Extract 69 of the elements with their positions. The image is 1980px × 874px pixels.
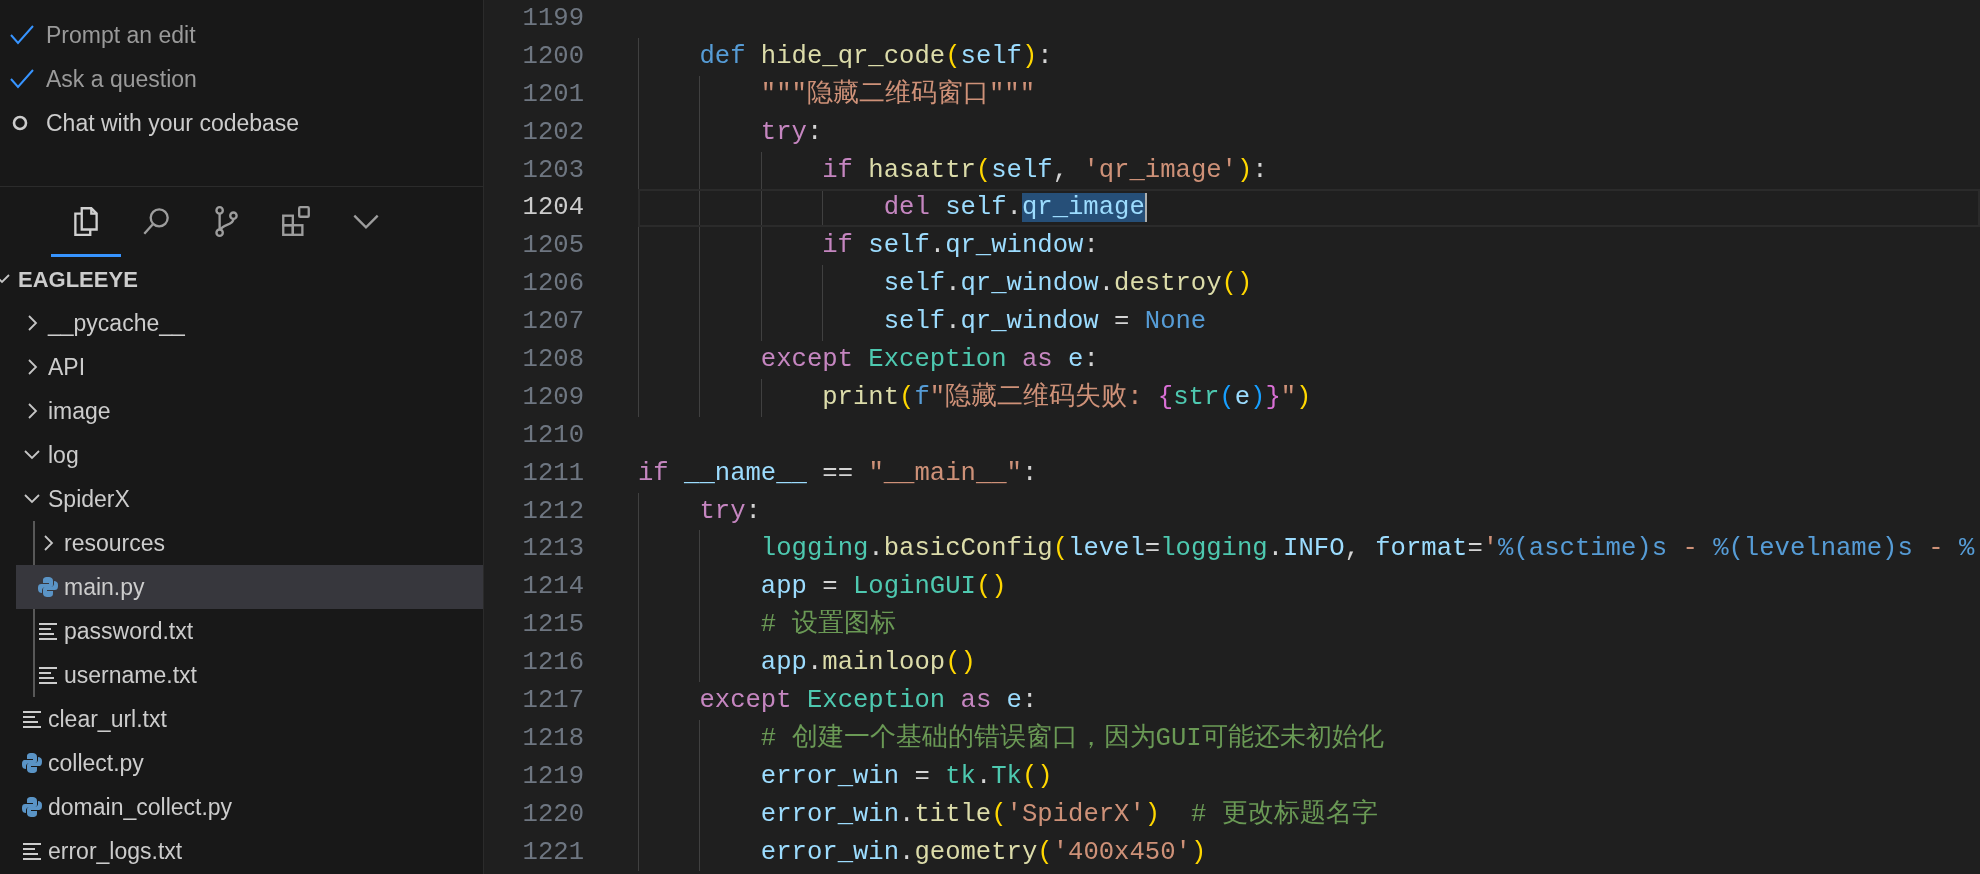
line-number: 1206 <box>521 268 584 301</box>
checklist-item[interactable]: Prompt an edit <box>0 13 483 57</box>
file-item[interactable]: username.txt <box>16 653 483 697</box>
code-line: try: <box>760 116 823 149</box>
code-line: print(f"隐藏二维码失败: {str(e)}") <box>822 381 1312 414</box>
line-number: 1204 <box>521 192 584 225</box>
code-line: app.mainloop() <box>760 647 976 680</box>
code-line: # 创建一个基础的错误窗口，因为GUI可能还未初始化 <box>760 722 1384 755</box>
extensions-icon <box>279 203 313 238</box>
line-number: 1220 <box>521 798 584 831</box>
file-item[interactable]: password.txt <box>16 609 483 653</box>
code-line: except Exception as e: <box>760 344 1099 376</box>
line-number: 1210 <box>521 419 584 452</box>
line-number: 1219 <box>521 760 584 793</box>
file-item[interactable]: clear_url.txt <box>16 697 483 741</box>
code-line: logging.basicConfig(level=logging.INFO, format='%(asctime)s - %(levelname)s - % <box>760 533 1975 566</box>
line-number: 1202 <box>521 116 584 149</box>
text-file-icon <box>38 622 58 640</box>
line-number: 1205 <box>521 230 584 263</box>
code-line: def hide_qr_code(self): <box>699 40 1053 73</box>
line-number: 1216 <box>521 647 584 680</box>
line-number: 1215 <box>521 609 584 642</box>
line-number: 1211 <box>521 457 584 490</box>
line-number: 1203 <box>521 154 584 187</box>
python-file-icon <box>37 576 59 598</box>
code-line: """隐藏二维码窗口""" <box>760 78 1035 111</box>
code-line: app = LoginGUI() <box>760 571 1007 604</box>
code-line: if hasattr(self, 'qr_image'): <box>822 154 1268 187</box>
code-line: del self.qr_image <box>883 192 1147 225</box>
file-item[interactable]: collect.py <box>16 741 483 785</box>
folder-item[interactable]: __pycache__ <box>16 301 483 345</box>
text-file-icon <box>22 842 42 860</box>
line-number: 1199 <box>521 3 584 35</box>
code-line: self.qr_window = None <box>883 306 1207 339</box>
folder-item[interactable]: image <box>16 389 483 433</box>
code-line: if self.qr_window: <box>822 230 1099 263</box>
file-item[interactable]: domain_collect.py <box>16 785 483 829</box>
text-file-icon <box>38 666 58 684</box>
folder-item[interactable]: API <box>16 345 483 389</box>
code-line: self.qr_window.destroy() <box>883 268 1253 301</box>
text-file-icon <box>22 710 42 728</box>
code-line: if __name__ == "__main__": <box>638 457 1038 490</box>
code-line: except Exception as e: <box>699 685 1038 718</box>
code-line: error_win.title('SpiderX') # 更改标题名字 <box>760 798 1378 831</box>
folder-item[interactable]: SpiderX <box>16 477 483 521</box>
folder-item[interactable]: resources <box>16 521 483 565</box>
line-number: 1201 <box>521 78 584 111</box>
line-number: 1218 <box>521 722 584 755</box>
line-number: 1217 <box>521 685 584 718</box>
python-file-icon <box>21 752 43 774</box>
file-item[interactable]: error_logs.txt <box>16 829 483 873</box>
line-number: 1208 <box>521 344 584 376</box>
line-number: 1214 <box>521 571 584 604</box>
line-number: 1200 <box>521 40 584 73</box>
code-line: error_win.geometry('400x450') <box>760 836 1207 869</box>
explorer-title[interactable]: EAGLEEYE <box>0 257 483 301</box>
line-number: 1212 <box>521 495 584 528</box>
line-number: 1221 <box>521 836 584 869</box>
folder-item[interactable]: log <box>16 433 483 477</box>
file-item[interactable]: main.py <box>16 565 483 609</box>
line-number: 1209 <box>521 381 584 414</box>
code-line: error_win = tk.Tk() <box>760 760 1053 793</box>
code-line: # 设置图标 <box>760 609 896 642</box>
checklist-item[interactable]: Ask a question <box>0 57 483 101</box>
line-number: 1213 <box>521 533 584 566</box>
checklist-item[interactable]: Chat with your codebase <box>0 101 483 145</box>
python-file-icon <box>21 796 43 818</box>
line-number: 1207 <box>521 306 584 339</box>
code-line: try: <box>699 495 761 528</box>
